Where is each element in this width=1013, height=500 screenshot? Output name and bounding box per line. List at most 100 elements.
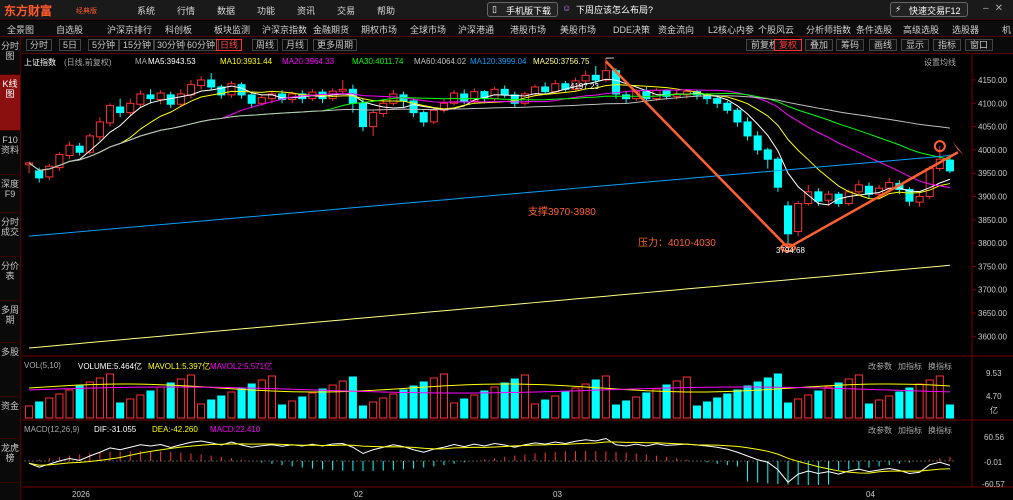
macd-tick-zero: -0.01 xyxy=(984,458,1003,467)
candle-body xyxy=(126,102,135,114)
volume-bar xyxy=(622,400,631,419)
high-price-label: 4197.23 xyxy=(570,82,599,91)
volume-bar xyxy=(318,388,327,419)
vol-change-params[interactable]: 改参数 xyxy=(868,361,892,372)
volume-bar xyxy=(227,391,236,419)
volume-bar xyxy=(379,397,388,419)
candle-body xyxy=(105,105,115,124)
volume-bar xyxy=(885,395,894,419)
volume-bar xyxy=(824,386,833,419)
vol-switch-indicator[interactable]: 换指标 xyxy=(928,361,952,372)
candle-body xyxy=(65,144,74,156)
candle-body xyxy=(429,109,438,123)
candle-body xyxy=(591,74,600,81)
candle-body xyxy=(794,203,803,232)
vol-add-indicator[interactable]: 加指标 xyxy=(898,361,922,372)
candle-body xyxy=(551,83,560,93)
volume-bar xyxy=(389,393,398,419)
mavol2-value: MAVOL2:5.571亿 xyxy=(210,362,273,371)
candle-body xyxy=(136,93,145,105)
macd-change-params[interactable]: 改参数 xyxy=(868,425,892,436)
candle-body xyxy=(783,205,793,235)
volume-bar xyxy=(45,397,54,419)
candle-body xyxy=(358,102,368,128)
candle-body xyxy=(844,191,853,205)
macd-add-indicator[interactable]: 加指标 xyxy=(898,425,922,436)
volume-bar xyxy=(773,373,782,419)
candle-body xyxy=(75,145,84,153)
volume-bar xyxy=(571,387,580,419)
macd-value: MACD:22.410 xyxy=(210,425,261,434)
price-tick-label: 4100.00 xyxy=(978,99,1007,108)
volume-bar xyxy=(338,380,347,419)
volume-bar xyxy=(288,400,297,419)
vol-unit: 亿 xyxy=(990,406,998,415)
volume-bar xyxy=(541,399,550,419)
price-tick-label: 3800.00 xyxy=(978,239,1007,248)
volume-bar xyxy=(591,379,600,419)
macd-dea: DEA:-42.260 xyxy=(152,425,198,434)
price-tick-label: 4150.00 xyxy=(978,76,1007,85)
low-price-label: 3794.68 xyxy=(776,246,805,255)
volume-bar xyxy=(682,376,691,419)
volume-bar xyxy=(672,380,681,419)
volume-bar xyxy=(136,394,145,419)
volume-bar xyxy=(814,390,823,419)
candle-body xyxy=(176,93,185,105)
candle-body xyxy=(945,159,954,172)
ma30-line xyxy=(28,92,951,171)
candle-body xyxy=(925,168,934,198)
candle-body xyxy=(581,74,590,82)
volume-bar xyxy=(561,391,570,419)
time-label-2026: 2026 xyxy=(72,490,90,499)
volume-bar xyxy=(116,402,125,419)
volume-bar xyxy=(429,377,438,419)
candle-body xyxy=(85,135,94,153)
macd-dif-line xyxy=(28,437,951,483)
volume-bar xyxy=(450,402,459,419)
candle-body xyxy=(166,94,175,105)
macd-tick-low: -60.57 xyxy=(982,480,1005,489)
volume-bar xyxy=(247,383,256,419)
candle-body xyxy=(338,88,347,92)
volume-bar xyxy=(510,378,519,419)
candle-body xyxy=(824,193,833,201)
volume-bar xyxy=(55,393,64,419)
candle-body xyxy=(490,88,499,100)
ma60-line xyxy=(28,95,951,171)
vol-tick-high: 9.53 xyxy=(986,369,1002,378)
volume-bar xyxy=(935,375,944,419)
volume-bar xyxy=(723,393,732,419)
volume-bar xyxy=(804,394,813,419)
volume-bar xyxy=(460,398,469,419)
candle-body xyxy=(35,170,44,179)
volume-bar xyxy=(713,397,722,419)
price-tick-label: 3650.00 xyxy=(978,309,1007,318)
volume-bar xyxy=(652,388,661,419)
candle-body xyxy=(733,109,742,123)
candle-body xyxy=(146,94,155,100)
volume-bar xyxy=(278,404,287,419)
volume-bar xyxy=(65,389,74,419)
candle-body xyxy=(227,83,236,96)
candle-body xyxy=(379,102,388,115)
down-trend-arrow xyxy=(604,60,789,249)
time-label-03: 03 xyxy=(553,490,562,499)
candle-body xyxy=(257,97,266,104)
price-tick-label: 3900.00 xyxy=(978,193,1007,202)
candle-body xyxy=(530,86,540,95)
volume-bar xyxy=(875,399,884,419)
volume-bar xyxy=(662,384,671,419)
volume-bar xyxy=(409,385,418,419)
volume-bar xyxy=(915,383,924,419)
price-tick-label: 3850.00 xyxy=(978,216,1007,225)
macd-switch-indicator[interactable]: 换指标 xyxy=(928,425,952,436)
candle-body xyxy=(156,92,165,101)
volume-bar xyxy=(166,382,175,419)
candle-body xyxy=(601,70,610,81)
candle-body xyxy=(116,106,125,114)
volume-bar xyxy=(35,401,44,419)
candle-body xyxy=(723,102,732,111)
volume-bar xyxy=(895,391,904,419)
volume-bar xyxy=(217,395,226,419)
